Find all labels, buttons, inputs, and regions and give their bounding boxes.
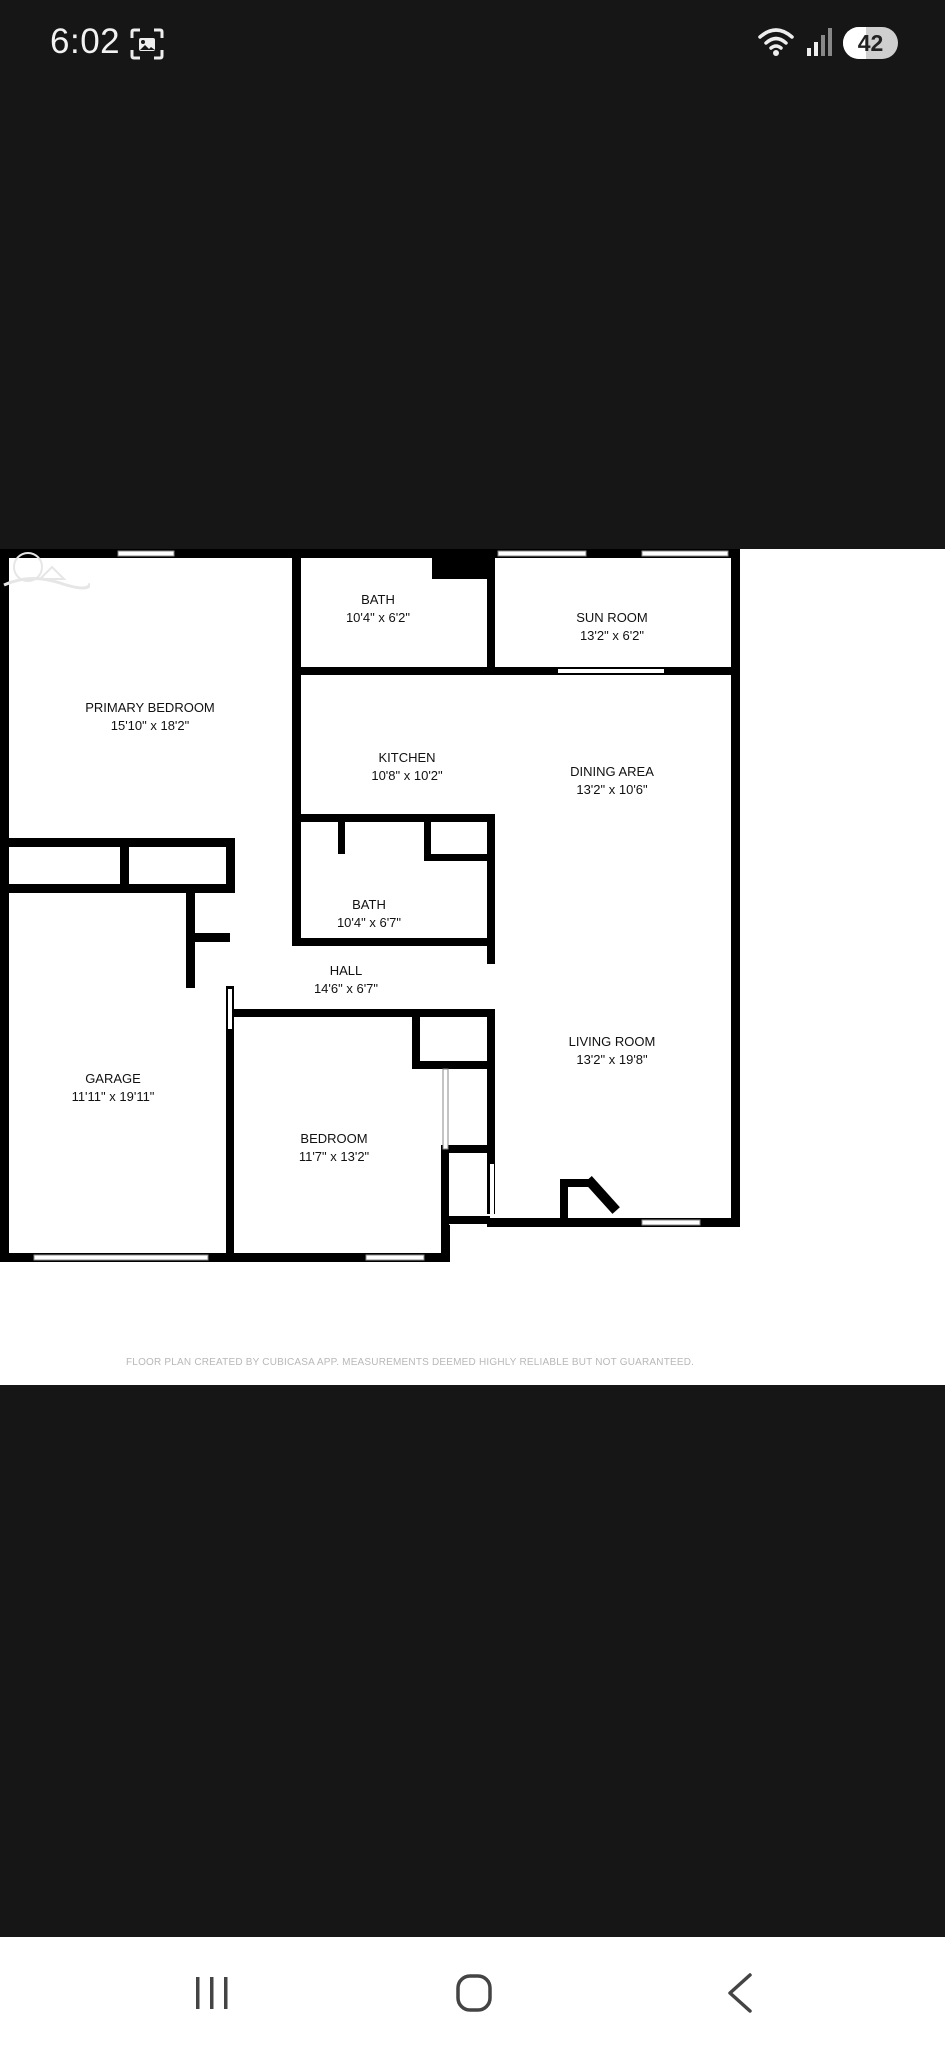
wall-right [731, 549, 740, 1227]
room-size: 13'2" x 6'2" [580, 628, 644, 643]
floor-plan-disclaimer: FLOOR PLAN CREATED BY CUBICASA APP. MEAS… [126, 1357, 695, 1368]
wall-left [0, 549, 9, 1262]
screenshot-icon [130, 28, 164, 60]
home-icon[interactable] [444, 1971, 504, 2015]
floor-plan-drawing: BATH 10'4" x 6'2" SUN ROOM 13'2" x 6'2" … [0, 549, 740, 1262]
status-bar: 6:02 42 [0, 0, 945, 86]
room-name: BATH [361, 592, 395, 607]
signal-icon [807, 28, 832, 56]
room-size: 10'4" x 6'7" [337, 915, 401, 930]
room-size: 15'10" x 18'2" [111, 718, 190, 733]
room-name: DINING AREA [570, 764, 654, 779]
wall-bottom-right [487, 1218, 740, 1227]
recent-apps-icon[interactable] [182, 1971, 242, 2015]
room-name: SUN ROOM [576, 610, 648, 625]
room-name: BEDROOM [300, 1131, 367, 1146]
room-name: PRIMARY BEDROOM [85, 700, 215, 715]
battery-icon: 42 [843, 27, 898, 59]
room-size: 13'2" x 10'6" [576, 782, 648, 797]
room-name: HALL [330, 963, 363, 978]
room-name: LIVING ROOM [569, 1034, 656, 1049]
room-size: 10'4" x 6'2" [346, 610, 410, 625]
wall-block [432, 549, 492, 579]
clock: 6:02 [50, 22, 121, 61]
battery-level: 42 [857, 30, 884, 56]
room-size: 13'2" x 19'8" [576, 1052, 648, 1067]
wifi-icon [758, 28, 794, 56]
room-size: 14'6" x 6'7" [314, 981, 378, 996]
watermark-logo-icon [3, 552, 90, 590]
navigation-bar [0, 1937, 945, 2048]
room-name: BATH [352, 897, 386, 912]
room-size: 10'8" x 10'2" [371, 768, 443, 783]
back-icon[interactable] [712, 1971, 772, 2015]
wall-center-vertical [292, 549, 301, 941]
room-size: 11'11" x 19'11" [72, 1089, 155, 1104]
room-name: GARAGE [85, 1071, 141, 1086]
room-size: 11'7" x 13'2" [299, 1149, 370, 1164]
room-name: KITCHEN [378, 750, 435, 765]
floor-plan-image[interactable]: BATH 10'4" x 6'2" SUN ROOM 13'2" x 6'2" … [0, 549, 945, 1385]
wall-top [0, 549, 740, 558]
